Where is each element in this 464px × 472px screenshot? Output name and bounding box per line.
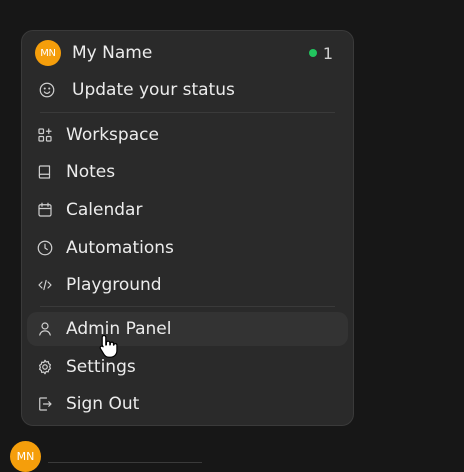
code-icon (36, 276, 54, 294)
menu-item-label: Settings (66, 357, 136, 377)
user-profile-row[interactable]: MN My Name 1 (22, 38, 353, 68)
smile-icon (38, 81, 56, 99)
menu-item-label: Notes (66, 162, 116, 182)
menu-item-sign-out[interactable]: Sign Out (22, 390, 353, 418)
user-avatar: MN (35, 40, 61, 66)
user-icon (36, 320, 54, 338)
menu-item-settings[interactable]: Settings (22, 353, 353, 381)
grid-plus-icon (36, 126, 54, 144)
menu-item-notes[interactable]: Notes (22, 158, 353, 186)
menu-divider (40, 112, 335, 113)
menu-item-workspace[interactable]: Workspace (22, 121, 353, 149)
menu-item-playground[interactable]: Playground (22, 271, 353, 299)
calendar-icon (36, 201, 54, 219)
active-count: 1 (322, 43, 333, 63)
update-status-item[interactable]: Update your status (22, 76, 353, 104)
menu-item-label: Automations (66, 238, 174, 258)
menu-item-label: Workspace (66, 125, 159, 145)
notebook-icon (36, 163, 54, 181)
menu-item-calendar[interactable]: Calendar (22, 196, 353, 224)
sidebar-user-avatar[interactable]: MN (10, 441, 41, 472)
user-name: My Name (72, 43, 153, 63)
update-status-label: Update your status (72, 80, 235, 100)
user-menu: MN My Name 1 Update your status Workspac… (21, 30, 354, 426)
menu-divider (40, 306, 335, 307)
clock-icon (36, 239, 54, 257)
online-status-dot (308, 49, 317, 57)
menu-item-admin-panel[interactable]: Admin Panel (27, 312, 348, 346)
menu-item-automations[interactable]: Automations (22, 234, 353, 262)
menu-item-label: Sign Out (66, 394, 140, 414)
active-status-badge: 1 (308, 43, 333, 63)
menu-item-label: Calendar (66, 200, 143, 220)
menu-item-label: Playground (66, 275, 162, 295)
sign-out-icon (36, 395, 54, 413)
gear-icon (36, 358, 54, 376)
sidebar-divider (48, 462, 202, 463)
hand-pointer-cursor (99, 334, 118, 358)
